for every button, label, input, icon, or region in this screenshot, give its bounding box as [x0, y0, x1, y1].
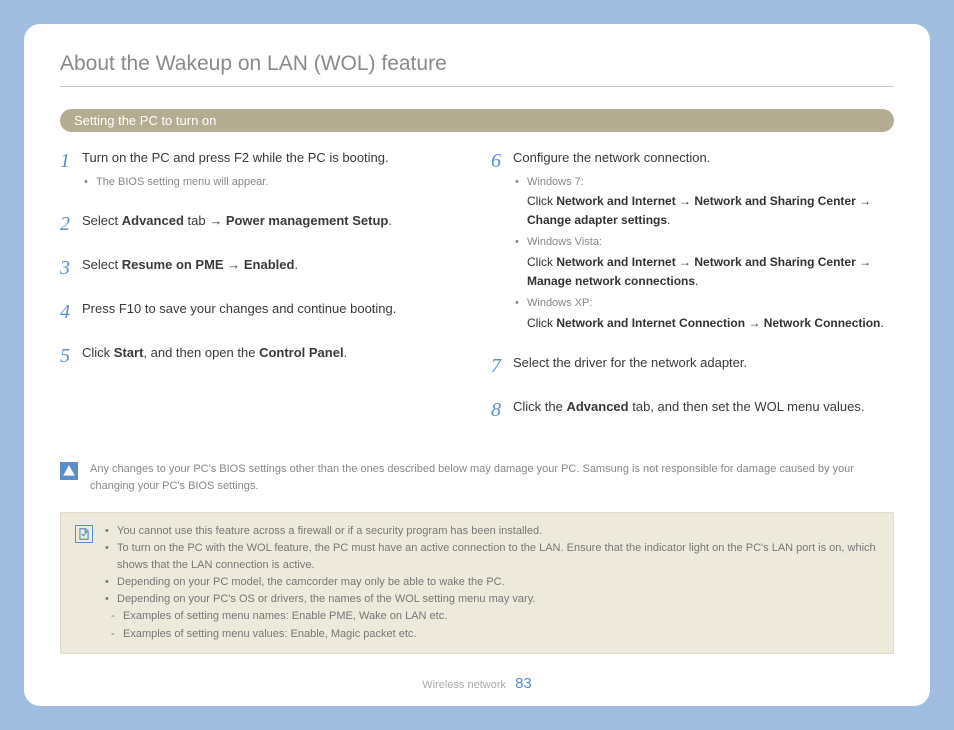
note-item: Depending on your PC model, the camcorde… [105, 574, 879, 591]
step-number: 3 [60, 253, 82, 283]
page-title: About the Wakeup on LAN (WOL) feature [60, 52, 894, 76]
step-body: Configure the network connection.Windows… [513, 148, 894, 337]
note-item: Depending on your PC's OS or drivers, th… [105, 591, 879, 608]
right-column: 6Configure the network connection.Window… [491, 148, 894, 441]
left-column: 1Turn on the PC and press F2 while the P… [60, 148, 463, 441]
step-5: 5Click Start, and then open the Control … [60, 343, 463, 371]
step-7: 7Select the driver for the network adapt… [491, 353, 894, 381]
columns: 1Turn on the PC and press F2 while the P… [60, 148, 894, 441]
note-list: You cannot use this feature across a fir… [105, 523, 879, 642]
step-6: 6Configure the network connection.Window… [491, 148, 894, 337]
footer-section: Wireless network [422, 679, 506, 691]
warning-row: Any changes to your PC's BIOS settings o… [60, 461, 894, 494]
step-number: 1 [60, 146, 82, 176]
note-item-dash: Examples of setting menu names: Enable P… [105, 608, 879, 625]
note-box: You cannot use this feature across a fir… [60, 512, 894, 653]
step-body: Press F10 to save your changes and conti… [82, 299, 463, 319]
sub-bullet: Windows XP:Click Network and Internet Co… [515, 295, 894, 333]
note-item: You cannot use this feature across a fir… [105, 523, 879, 540]
step-number: 7 [491, 351, 513, 381]
sub-bullet: Windows 7:Click Network and Internet → N… [515, 174, 894, 231]
note-icon [75, 525, 93, 543]
footer: Wireless network 83 [60, 665, 894, 692]
step-number: 2 [60, 209, 82, 239]
divider [60, 86, 894, 87]
step-body: Click Start, and then open the Control P… [82, 343, 463, 363]
page: About the Wakeup on LAN (WOL) feature Se… [24, 24, 930, 706]
step-2: 2Select Advanced tab → Power management … [60, 211, 463, 239]
step-1: 1Turn on the PC and press F2 while the P… [60, 148, 463, 195]
note-item-dash: Examples of setting menu values: Enable,… [105, 626, 879, 643]
step-number: 8 [491, 395, 513, 425]
note-item: To turn on the PC with the WOL feature, … [105, 540, 879, 574]
sub-bullet: The BIOS setting menu will appear. [84, 174, 463, 192]
section-badge: Setting the PC to turn on [60, 109, 894, 132]
step-3: 3Select Resume on PME → Enabled. [60, 255, 463, 283]
warning-icon [60, 462, 78, 480]
step-8: 8Click the Advanced tab, and then set th… [491, 397, 894, 425]
step-number: 6 [491, 146, 513, 176]
step-body: Select the driver for the network adapte… [513, 353, 894, 373]
step-body: Turn on the PC and press F2 while the PC… [82, 148, 463, 195]
sub-bullet: Windows Vista:Click Network and Internet… [515, 234, 894, 291]
step-number: 4 [60, 297, 82, 327]
warning-text: Any changes to your PC's BIOS settings o… [90, 461, 894, 494]
step-body: Select Advanced tab → Power management S… [82, 211, 463, 231]
step-body: Select Resume on PME → Enabled. [82, 255, 463, 275]
step-4: 4Press F10 to save your changes and cont… [60, 299, 463, 327]
step-number: 5 [60, 341, 82, 371]
page-number: 83 [515, 675, 532, 692]
step-body: Click the Advanced tab, and then set the… [513, 397, 894, 417]
